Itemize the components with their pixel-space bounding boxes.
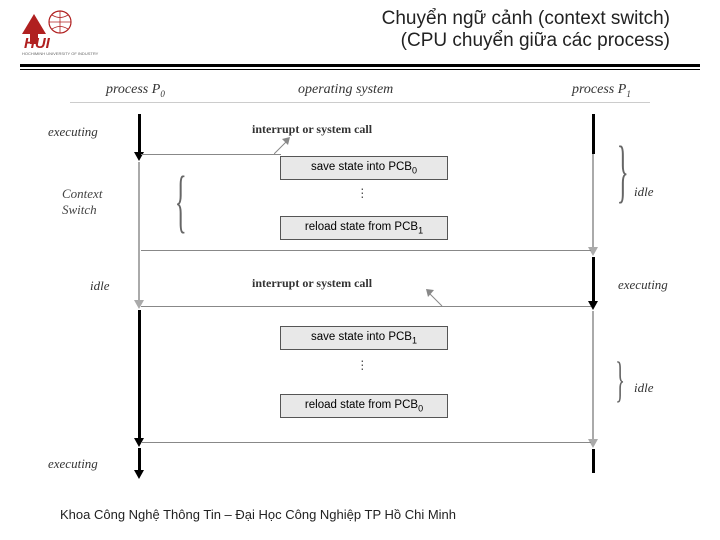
interrupt-arrow-1 (274, 137, 294, 157)
divider-thin (20, 69, 700, 70)
hline-1b (141, 250, 591, 251)
footer-text: Khoa Công Nghệ Thông Tin – Đại Học Công … (60, 507, 456, 522)
svg-text:HOCHIMINH UNIVERSITY OF INDUST: HOCHIMINH UNIVERSITY OF INDUSTRY (22, 51, 99, 56)
svg-text:HUI: HUI (24, 35, 51, 52)
context-switch-label-2: Switch (62, 202, 97, 218)
hline-1a (141, 154, 281, 155)
title-block: Chuyển ngữ cảnh (context switch) (CPU ch… (130, 8, 700, 52)
context-switch-label-1: Context (62, 186, 102, 202)
p1-idle-1b (592, 154, 594, 249)
opbox-save-pcb1: save state into PCB1 (280, 326, 448, 350)
label-exec-p1: executing (618, 277, 668, 293)
label-idle-p1-1: idle (634, 184, 654, 200)
opbox-save-pcb0: save state into PCB0 (280, 156, 448, 180)
col-header-os: operating system (298, 82, 393, 98)
hline-2a (141, 306, 591, 307)
p0-arrow-3 (134, 470, 144, 479)
brace-context: } (175, 162, 187, 242)
vdots-1: ··· (360, 186, 365, 198)
p1-arrow-idle1 (588, 247, 598, 256)
interrupt-2: interrupt or system call (252, 276, 372, 291)
vdots-2: ··· (360, 358, 365, 370)
interrupt-arrow-2 (426, 289, 446, 309)
label-exec-1: executing (48, 124, 98, 140)
p0-idle-2 (138, 310, 141, 440)
p1-exec (592, 257, 595, 303)
context-switch-diagram: process P0 operating system process P1 e… (20, 82, 700, 482)
p0-idle (138, 162, 140, 302)
title-line-1: Chuyển ngữ cảnh (context switch) (130, 8, 670, 30)
col-header-p1: process P1 (572, 82, 631, 99)
label-idle-p1-2: idle (634, 380, 654, 396)
p1-idle-2b (592, 449, 595, 473)
p1-arrow-idle2 (588, 439, 598, 448)
p1-idle-2 (592, 311, 594, 441)
slide-header: HUI HOCHIMINH UNIVERSITY OF INDUSTRY Chu… (0, 0, 720, 60)
p1-idle-1 (592, 114, 595, 154)
p0-exec-2 (138, 448, 141, 472)
interrupt-1: interrupt or system call (252, 122, 372, 137)
hline-2b (141, 442, 591, 443)
label-idle-p0: idle (90, 278, 110, 294)
p0-arrow-idle (134, 300, 144, 309)
p0-exec-1 (138, 114, 141, 154)
title-line-2: (CPU chuyển giữa các process) (130, 30, 670, 52)
brace-idle-2: } (615, 350, 625, 408)
opbox-reload-pcb0: reload state from PCB0 (280, 394, 448, 418)
hui-logo: HUI HOCHIMINH UNIVERSITY OF INDUSTRY (20, 8, 130, 56)
opbox-reload-pcb1: reload state from PCB1 (280, 216, 448, 240)
label-exec-2: executing (48, 456, 98, 472)
divider-thick (20, 64, 700, 67)
header-underline (70, 102, 650, 103)
col-header-p0: process P0 (106, 82, 165, 99)
brace-idle-1: } (617, 132, 629, 212)
